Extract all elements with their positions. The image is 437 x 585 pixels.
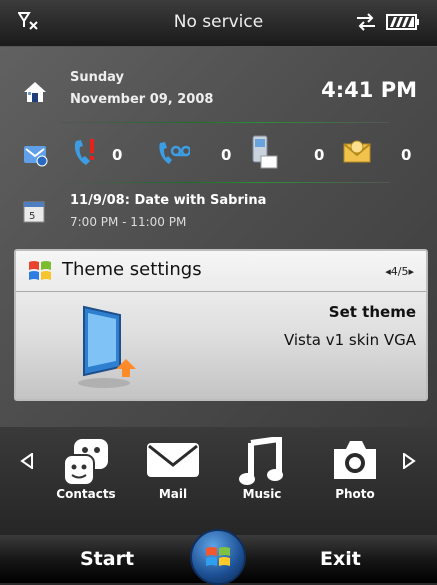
windows-logo-icon — [206, 547, 230, 566]
svg-text:5: 5 — [29, 211, 35, 222]
windows-flag-icon — [29, 261, 51, 280]
scroll-left-icon[interactable] — [20, 453, 34, 469]
mail-icon — [147, 443, 199, 477]
day-of-week[interactable]: Sunday — [70, 70, 124, 85]
app-contacts[interactable] — [48, 437, 124, 491]
full-date[interactable]: November 09, 2008 — [70, 92, 213, 107]
battery-icon[interactable] — [386, 14, 420, 30]
text-message-icon[interactable] — [249, 134, 279, 170]
home-icon[interactable] — [22, 80, 48, 104]
missed-calls-count[interactable]: 0 — [112, 146, 122, 164]
voicemail-count[interactable]: 0 — [221, 146, 231, 164]
app-label-mail[interactable]: Mail — [135, 487, 211, 501]
exit-button[interactable]: Exit — [320, 548, 361, 570]
card-title: Theme settings — [62, 259, 202, 280]
card-action-value: Vista v1 skin VGA — [283, 331, 416, 349]
clock[interactable]: 4:41 PM — [321, 78, 417, 102]
card-action-label: Set theme — [328, 303, 416, 321]
appointment-time[interactable]: 7:00 PM - 11:00 PM — [70, 215, 186, 229]
voicemail-icon[interactable] — [156, 139, 190, 167]
app-label-music[interactable]: Music — [224, 487, 300, 501]
start-button[interactable]: Start — [80, 548, 134, 570]
email-icon[interactable] — [342, 138, 372, 166]
app-photo[interactable] — [317, 437, 393, 487]
email-count[interactable]: 0 — [401, 146, 411, 164]
card-pager[interactable]: ◂4/5▸ — [385, 265, 414, 278]
music-icon — [239, 435, 283, 485]
scroll-right-icon[interactable] — [402, 453, 416, 469]
app-music[interactable] — [224, 435, 300, 491]
app-mail[interactable] — [135, 437, 211, 487]
separator — [60, 122, 390, 123]
camera-icon — [334, 441, 376, 479]
windows-start-orb[interactable] — [190, 529, 246, 585]
separator — [60, 182, 390, 183]
status-bar: No service — [0, 0, 437, 47]
theme-settings-card[interactable]: Theme settings ◂4/5▸ Set theme Vista v1 … — [14, 249, 428, 401]
wifi-comm-manager-icon[interactable] — [22, 143, 48, 167]
calendar-icon[interactable]: 5 — [23, 200, 45, 224]
text-messages-count[interactable]: 0 — [314, 146, 324, 164]
contacts-icon — [63, 439, 108, 486]
missed-call-icon[interactable] — [70, 137, 100, 169]
app-label-contacts[interactable]: Contacts — [48, 487, 124, 501]
card-header: Theme settings ◂4/5▸ — [16, 251, 426, 292]
monitor-icon — [78, 305, 136, 388]
appointment-title[interactable]: 11/9/08: Date with Sabrina — [70, 193, 266, 208]
sync-icon — [357, 13, 375, 31]
app-label-photo[interactable]: Photo — [317, 487, 393, 501]
